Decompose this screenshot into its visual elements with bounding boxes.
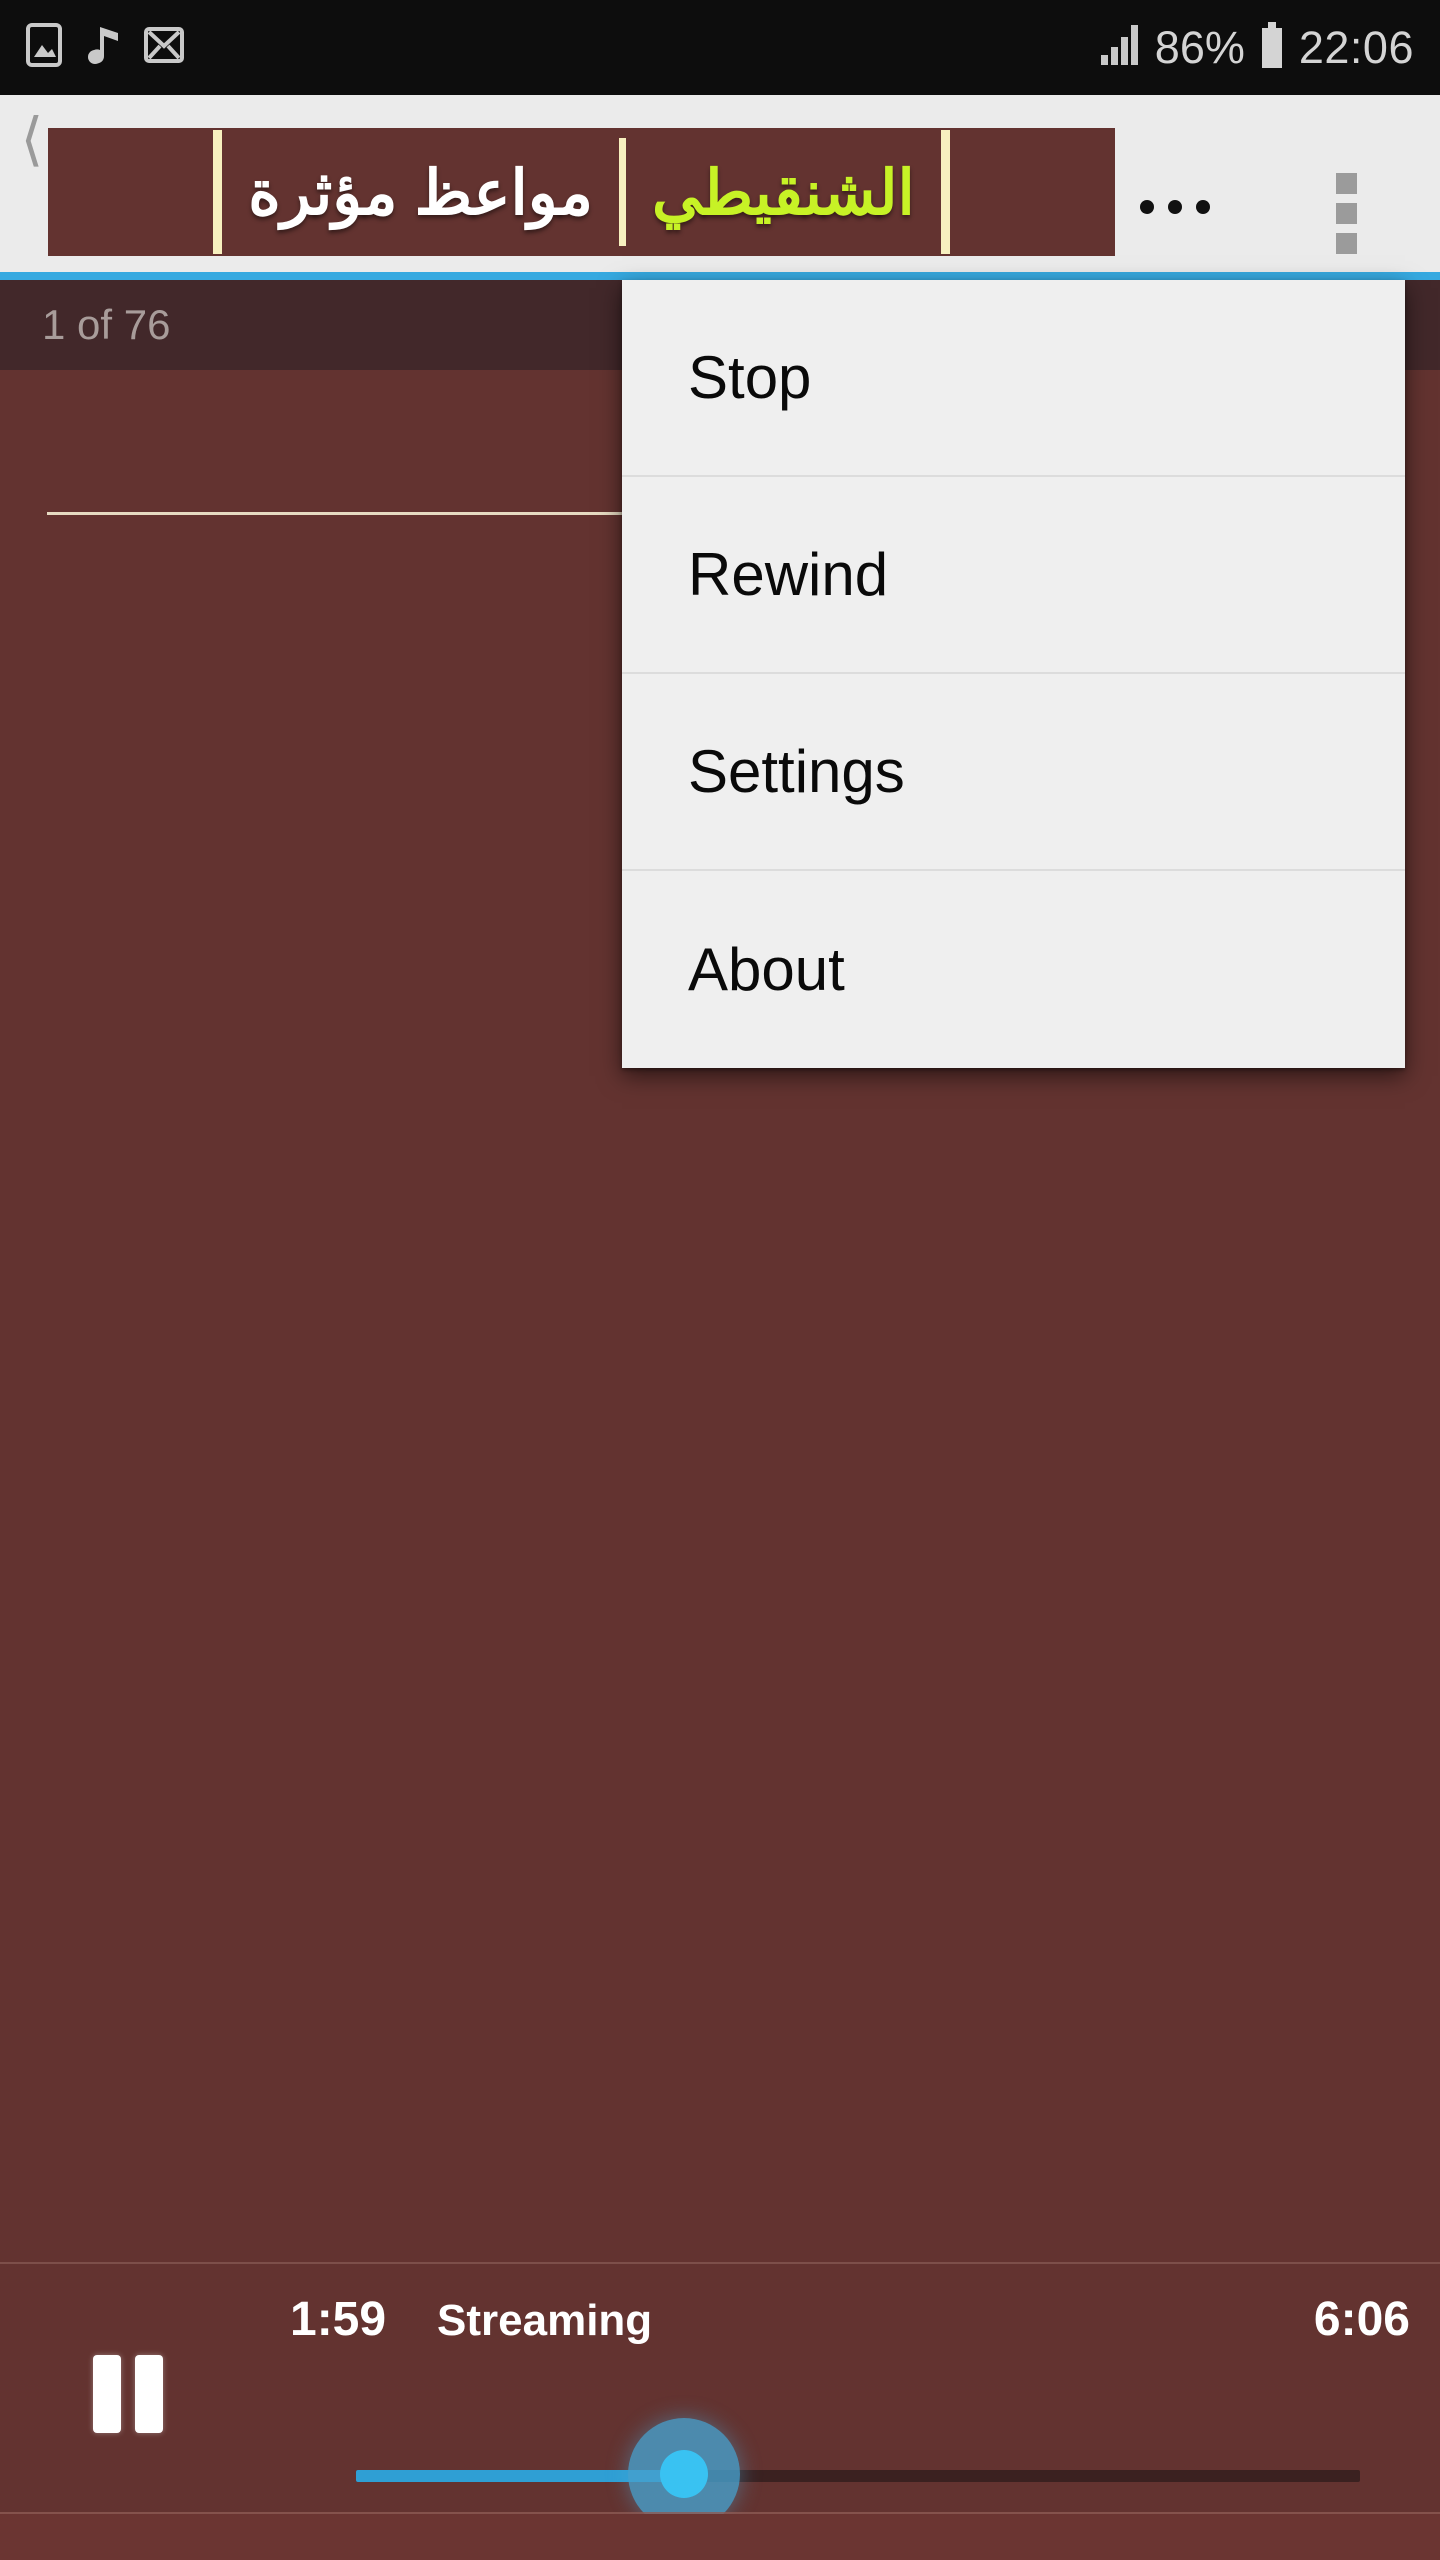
- accent-divider: [0, 272, 1440, 280]
- music-note-icon: [84, 23, 122, 72]
- total-time-label: 6:06: [1313, 2293, 1410, 2346]
- ellipsis-icon[interactable]: [1140, 200, 1210, 214]
- seek-slider[interactable]: [356, 2418, 1360, 2530]
- signal-bars-icon: [1099, 23, 1141, 72]
- menu-item-label: Settings: [688, 738, 905, 805]
- seek-thumb[interactable]: [660, 2450, 708, 2498]
- player-state-label: Streaming: [437, 2296, 653, 2345]
- pause-bar: [93, 2355, 121, 2433]
- menu-item-label: About: [688, 936, 845, 1003]
- player-time-row: 1:59 Streaming 6:06: [0, 2292, 1440, 2352]
- overflow-dot: [1335, 202, 1357, 224]
- banner-divider: [619, 138, 626, 246]
- app-banner-image: الشنقيطي مواعظ مؤثرة: [48, 128, 1115, 256]
- banner-title-green: الشنقيطي: [652, 158, 915, 228]
- mail-icon: [144, 27, 184, 68]
- player-bottom-strip: [0, 2514, 1440, 2560]
- menu-item-label: Stop: [688, 344, 812, 411]
- banner-title-white: مواعظ مؤثرة: [248, 158, 593, 228]
- pause-bar: [135, 2355, 163, 2433]
- menu-item-label: Rewind: [688, 541, 889, 608]
- app-root: 86% 22:06 ⟨ الشنقيطي مواعظ مؤثرة 1 of 76…: [0, 0, 1440, 2560]
- battery-icon: [1259, 22, 1285, 73]
- overflow-popup-menu[interactable]: Stop Rewind Settings About: [622, 280, 1405, 1068]
- status-bar-notification-icons: [26, 23, 184, 72]
- menu-item-stop[interactable]: Stop: [622, 280, 1405, 477]
- status-bar: 86% 22:06: [0, 0, 1440, 95]
- ellipsis-dot: [1140, 200, 1154, 214]
- banner-inner: الشنقيطي مواعظ مؤثرة: [48, 128, 1115, 256]
- overflow-menu-icon[interactable]: [1316, 168, 1376, 258]
- current-time-label: 1:59: [290, 2293, 387, 2346]
- status-bar-system-icons: 86% 22:06: [1099, 22, 1414, 74]
- overflow-dot: [1335, 232, 1357, 254]
- pause-icon[interactable]: [93, 2355, 178, 2433]
- ellipsis-dot: [1196, 200, 1210, 214]
- track-counter-label: 1 of 76: [42, 301, 171, 348]
- banner-edge-right: [213, 130, 223, 254]
- menu-item-settings[interactable]: Settings: [622, 674, 1405, 871]
- banner-edge-left: [940, 130, 950, 254]
- overflow-dot: [1335, 172, 1357, 194]
- menu-item-rewind[interactable]: Rewind: [622, 477, 1405, 674]
- menu-item-about[interactable]: About: [622, 871, 1405, 1068]
- battery-percent-label: 86%: [1154, 21, 1245, 73]
- clock-label: 22:06: [1298, 21, 1414, 73]
- ellipsis-dot: [1168, 200, 1182, 214]
- image-icon: [26, 23, 62, 72]
